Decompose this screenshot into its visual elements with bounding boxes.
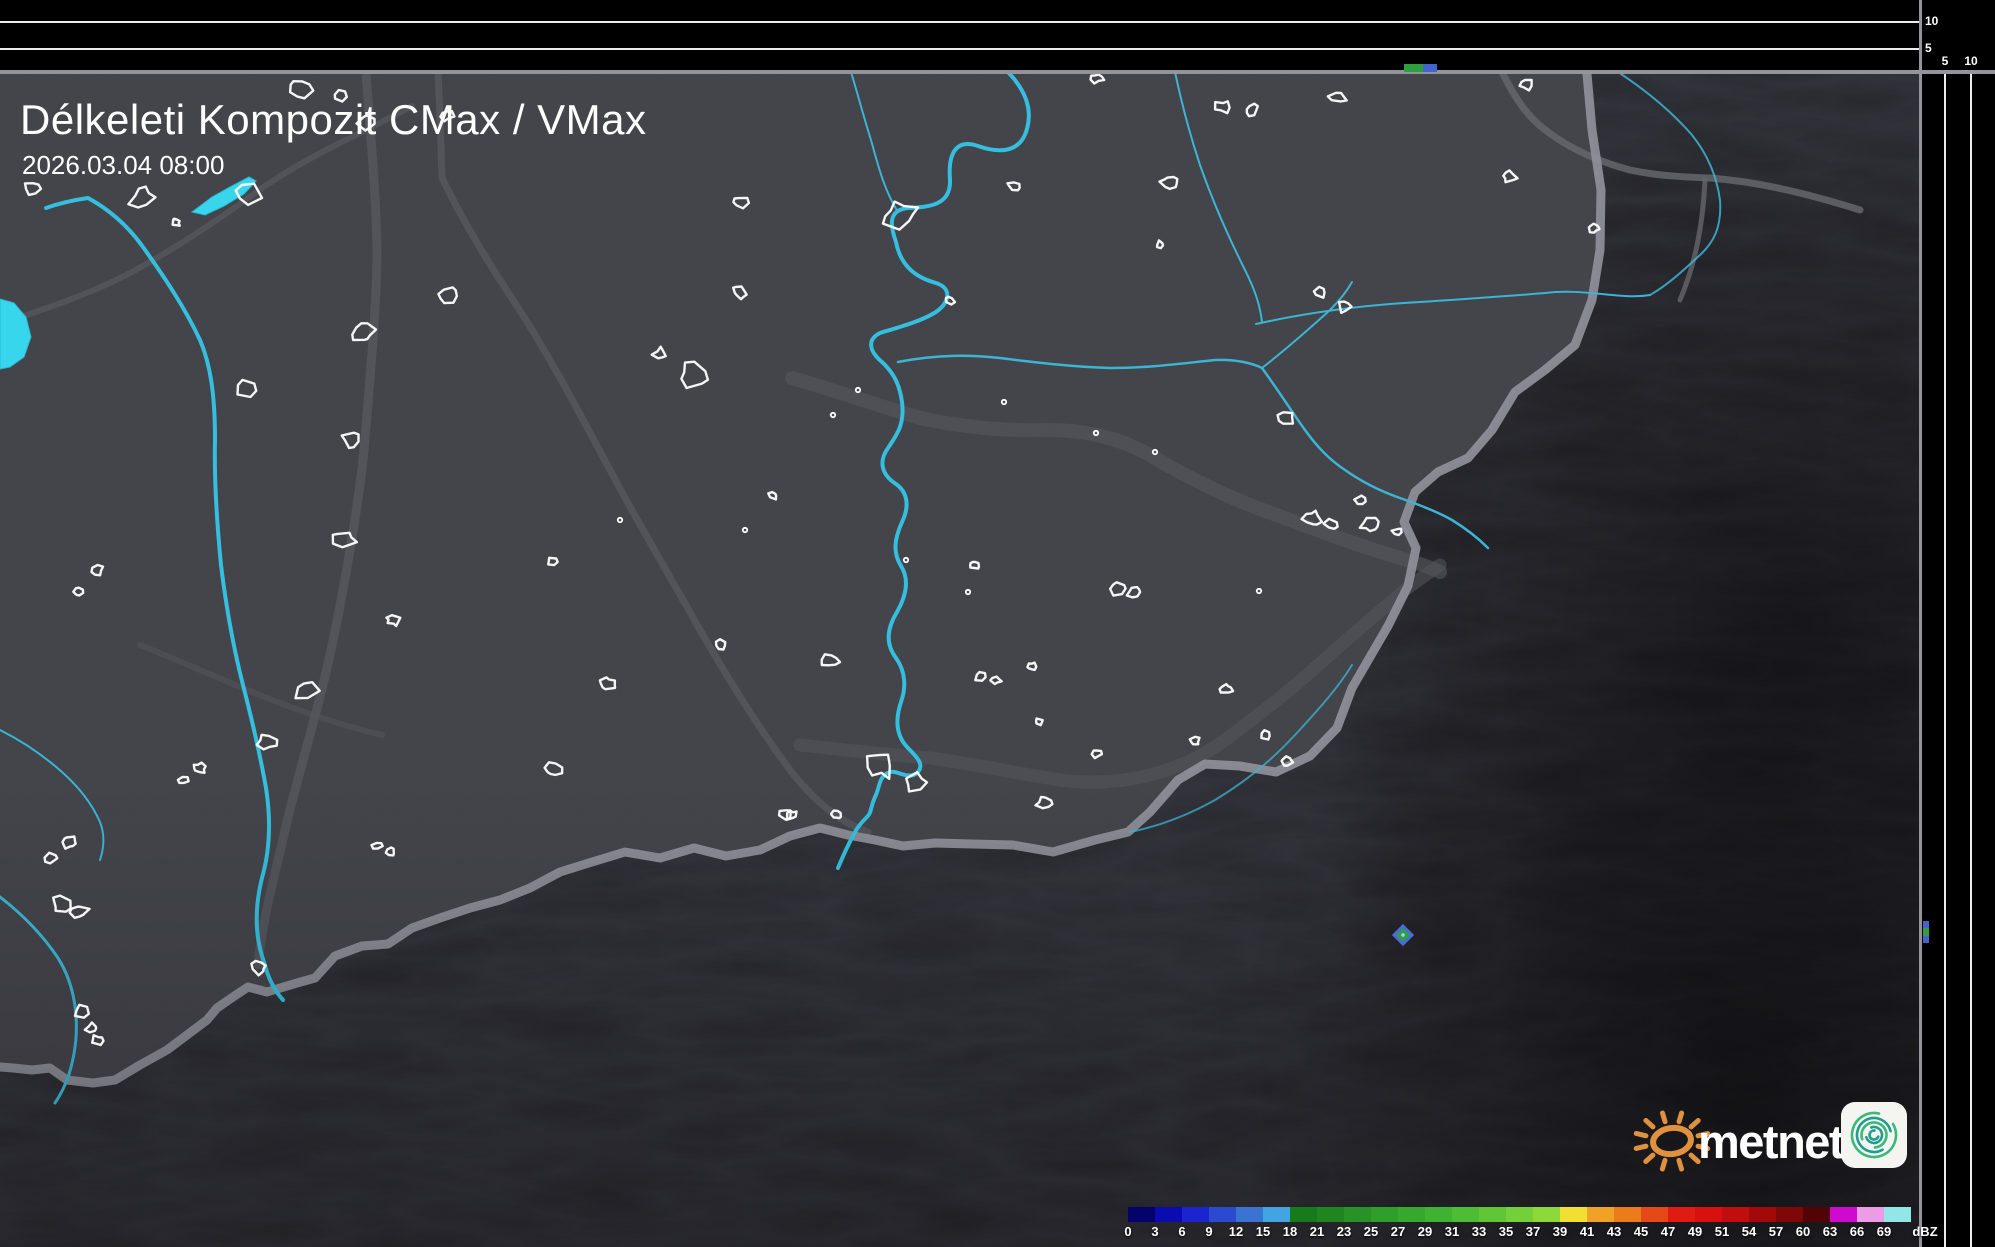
profile-top-gridline <box>0 21 1919 23</box>
colorbar-unit-label: dBZ <box>1908 1224 1942 1239</box>
colorbar-segment <box>1209 1207 1236 1222</box>
colorbar-segment <box>1317 1207 1344 1222</box>
logo-text: metnet <box>1698 1115 1845 1168</box>
colorbar-segment <box>1452 1207 1479 1222</box>
profile-top-tick-label: 10 <box>1925 14 1945 28</box>
profile-top-tick-label: 5 <box>1925 41 1945 55</box>
colorbar-segment <box>1128 1207 1155 1222</box>
colorbar-segment <box>1695 1207 1722 1222</box>
colorbar-segment <box>1587 1207 1614 1222</box>
map-canvas <box>0 72 1921 1247</box>
vmax-profile-right <box>1923 0 1995 1247</box>
colorbar-segment <box>1776 1207 1803 1222</box>
colorbar-segment <box>1506 1207 1533 1222</box>
colorbar-segment <box>1857 1207 1884 1222</box>
profile-right-gridline <box>1970 74 1972 1247</box>
profile-frame-vertical <box>1919 0 1922 1247</box>
colorbar-segment <box>1641 1207 1668 1222</box>
colorbar-segment <box>1830 1207 1857 1222</box>
colorbar-segment <box>1290 1207 1317 1222</box>
colorbar-segment <box>1236 1207 1263 1222</box>
colorbar-segment <box>1749 1207 1776 1222</box>
profile-echo <box>1923 928 1929 936</box>
colorbar-segment <box>1155 1207 1182 1222</box>
radar-map[interactable] <box>0 72 1921 1247</box>
colorbar-segment <box>1668 1207 1695 1222</box>
radar-echo-core <box>1401 933 1405 937</box>
colorbar-segment <box>1884 1207 1911 1222</box>
colorbar-segment <box>1398 1207 1425 1222</box>
profile-echo <box>1923 921 1929 928</box>
colorbar-segment <box>1344 1207 1371 1222</box>
profile-echo <box>1923 936 1929 943</box>
colorbar-segment <box>1182 1207 1209 1222</box>
colorbar-tick-label: 69 <box>1867 1224 1901 1239</box>
metnet-app-icon <box>1841 1102 1907 1168</box>
colorbar-segment <box>1263 1207 1290 1222</box>
timestamp-label: 2026.03.04 08:00 <box>22 150 224 181</box>
colorbar-segment <box>1425 1207 1452 1222</box>
profile-echo <box>1423 64 1437 72</box>
metnet-logo: metnet <box>1630 1102 1920 1180</box>
profile-right-gridline <box>1944 74 1946 1247</box>
colorbar-segment <box>1479 1207 1506 1222</box>
colorbar-segment <box>1533 1207 1560 1222</box>
radar-viewer: Délkeleti Kompozit CMax / VMax 2026.03.0… <box>0 0 1995 1247</box>
product-title: Délkeleti Kompozit CMax / VMax <box>20 96 647 144</box>
profile-right-tick-label: 10 <box>1957 54 1985 68</box>
profile-frame-horizontal <box>0 70 1995 74</box>
profile-echo <box>1404 64 1423 72</box>
colorbar-segment <box>1371 1207 1398 1222</box>
vmax-profile-top <box>0 0 1921 70</box>
profile-right-tick-label: 5 <box>1931 54 1959 68</box>
colorbar-segment <box>1722 1207 1749 1222</box>
colorbar-segment <box>1560 1207 1587 1222</box>
colorbar-segment <box>1803 1207 1830 1222</box>
colorbar-segment <box>1614 1207 1641 1222</box>
profile-top-gridline <box>0 48 1919 50</box>
